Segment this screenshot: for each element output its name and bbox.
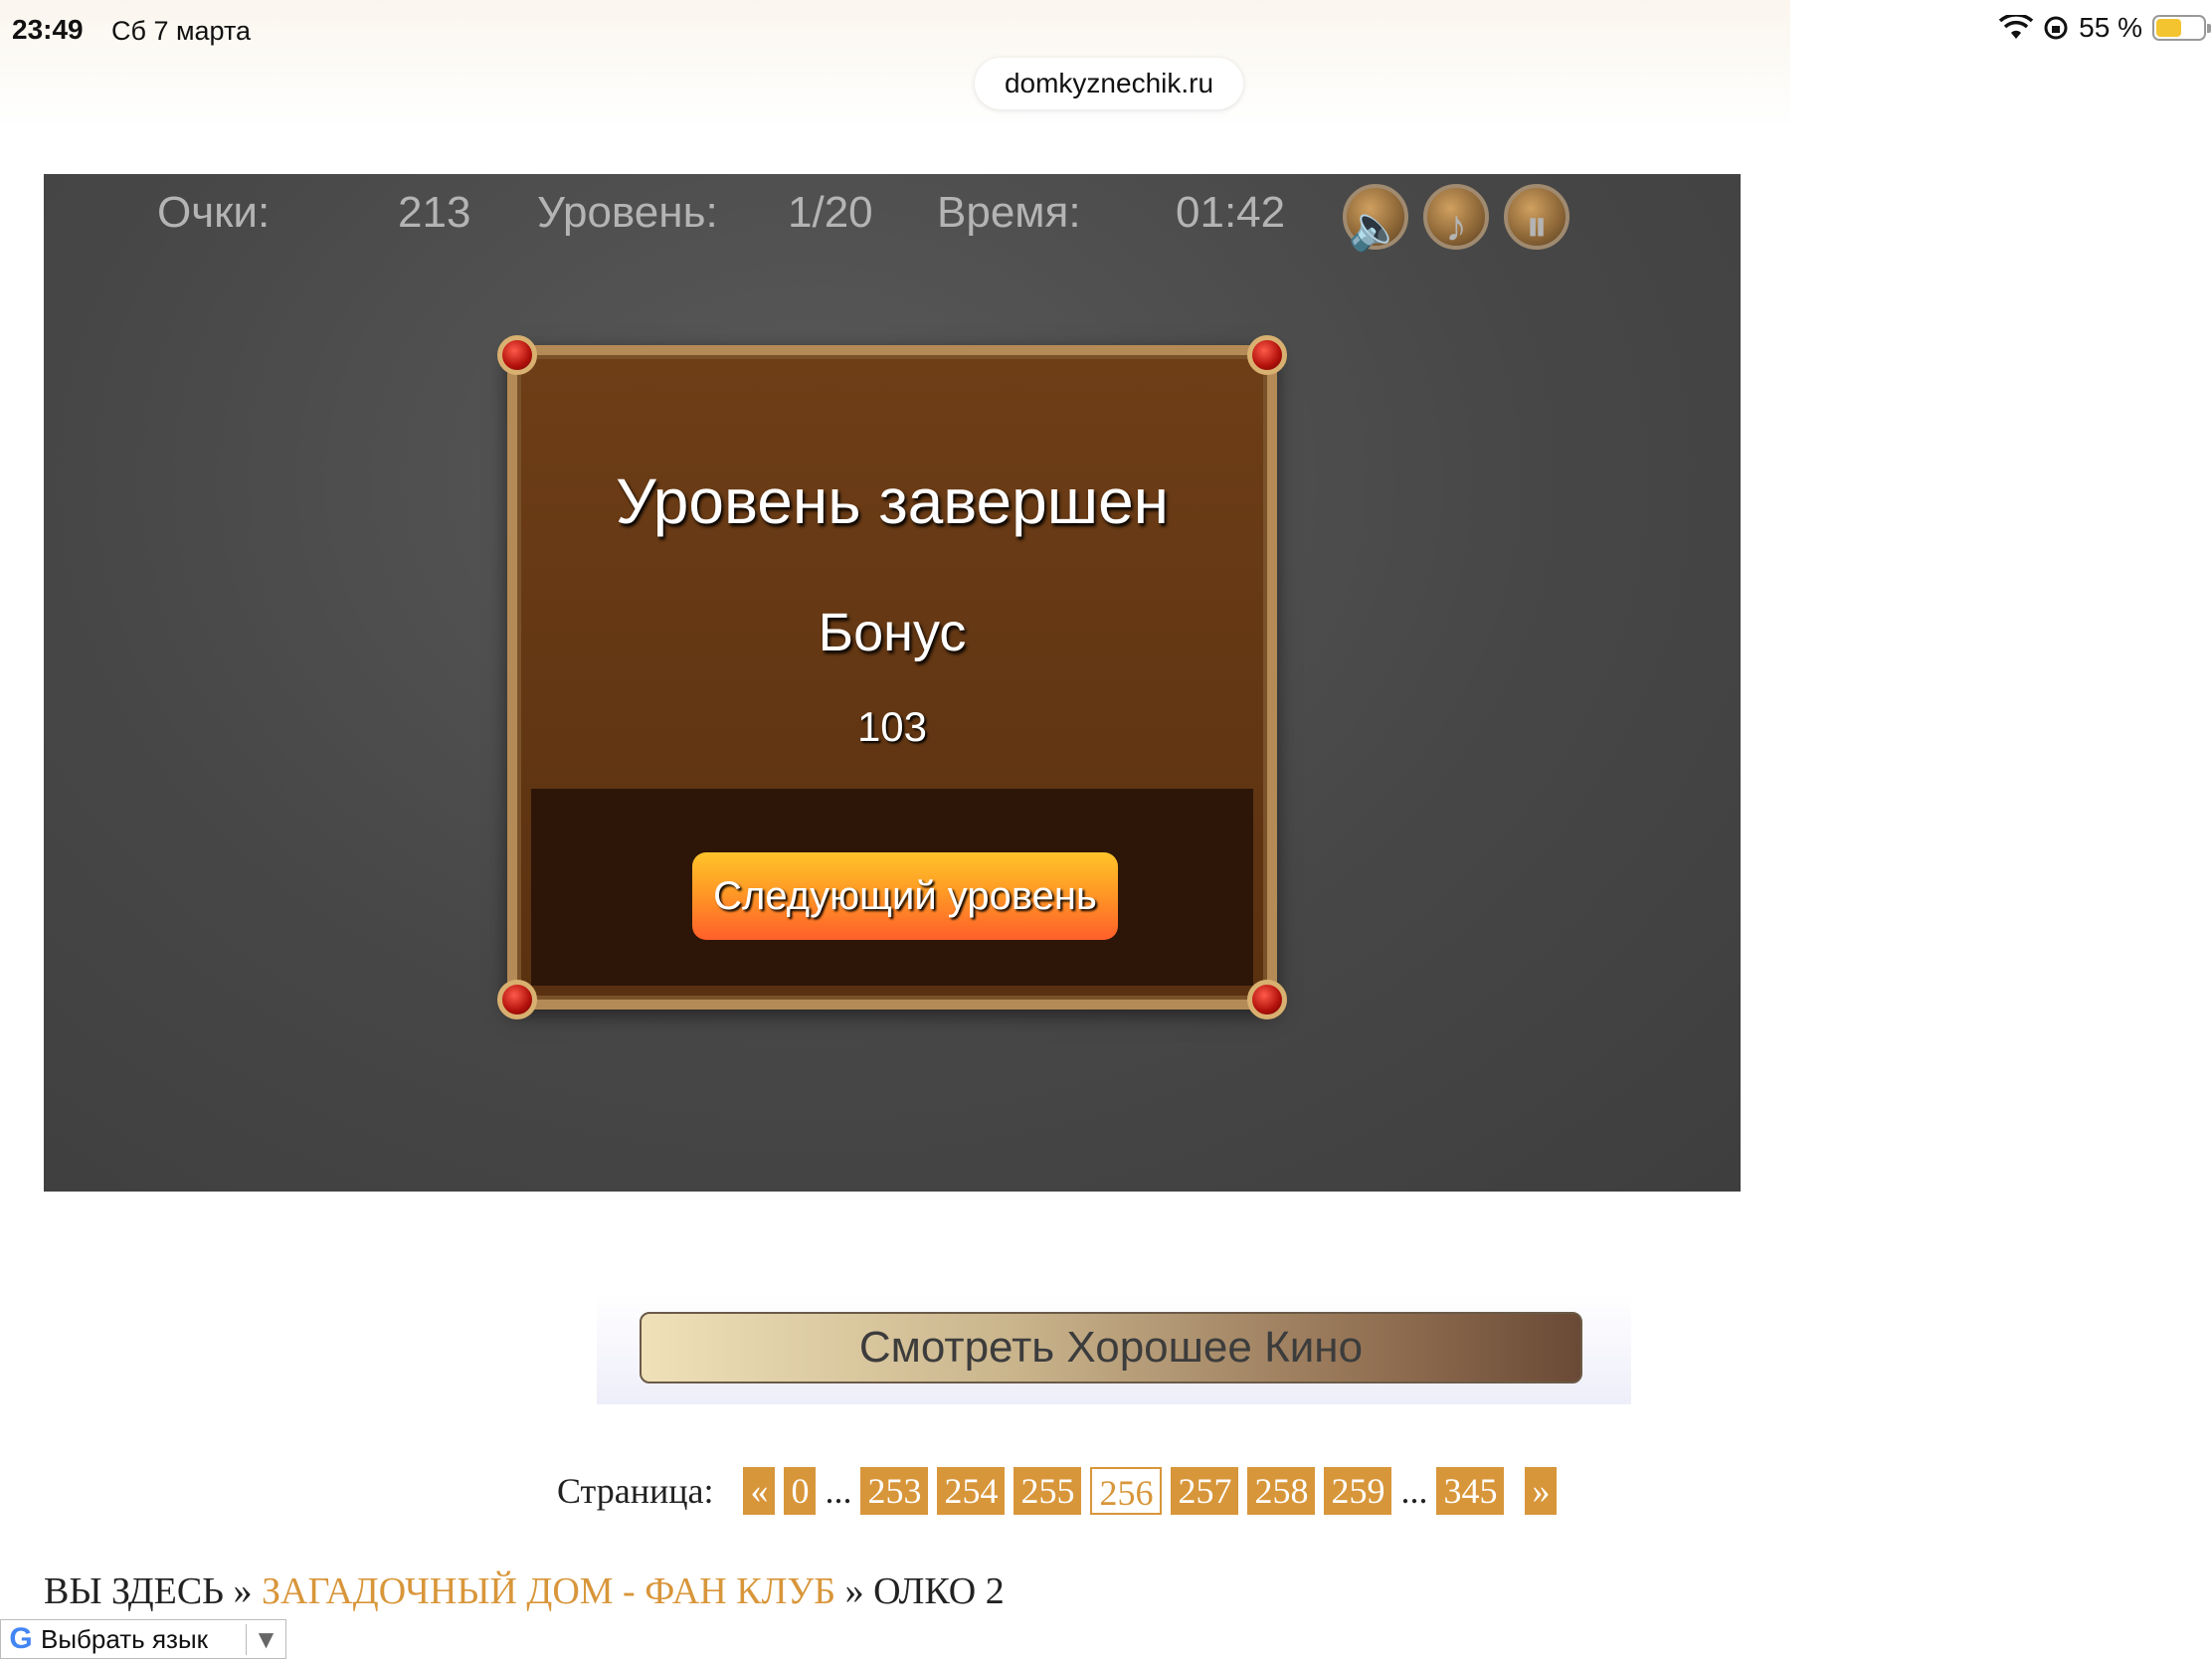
pause-icon: ⏸	[1526, 202, 1548, 251]
orientation-lock-icon	[2044, 16, 2068, 40]
dropdown-arrow-icon: ▼	[246, 1623, 285, 1655]
ruby-gem-icon	[1247, 335, 1287, 375]
wifi-icon	[1999, 15, 2034, 39]
pagination-page[interactable]: 254	[937, 1467, 1006, 1515]
pagination-ellipsis: ...	[825, 1471, 852, 1511]
breadcrumb-separator: »	[233, 1570, 253, 1612]
watch-button-area: Смотреть Хорошее Кино	[597, 1293, 1631, 1404]
status-bar: 23:49 Сб 7 марта 55 %	[0, 0, 2212, 62]
pagination-next[interactable]: »	[1525, 1467, 1558, 1515]
bonus-value: 103	[856, 703, 928, 750]
bonus-label: Бонус	[818, 603, 967, 662]
battery-percent: 55 %	[2079, 12, 2142, 43]
time-label: Время:	[937, 188, 1081, 237]
level-complete-dialog: Уровень завершен Бонус 103 Следующий уро…	[497, 335, 1287, 1019]
watch-good-movies-button[interactable]: Смотреть Хорошее Кино	[640, 1312, 1582, 1383]
next-level-button[interactable]: Следующий уровень	[692, 852, 1118, 940]
pagination: Страница: « 0 ... 253 254 255 256 257 25…	[557, 1467, 1566, 1515]
pagination-page[interactable]: 253	[860, 1467, 929, 1515]
language-selector-label: Выбрать язык	[41, 1623, 209, 1654]
breadcrumb-separator: »	[844, 1570, 864, 1612]
time-value: 01:42	[1176, 188, 1286, 237]
breadcrumb-you-are-here: ВЫ ЗДЕСЬ	[44, 1570, 225, 1612]
pause-button[interactable]: ⏸	[1504, 184, 1569, 251]
breadcrumb: ВЫ ЗДЕСЬ » ЗАГАДОЧНЫЙ ДОМ - ФАН КЛУБ » О…	[44, 1569, 1005, 1613]
pagination-page[interactable]: 258	[1247, 1467, 1316, 1515]
game-canvas[interactable]: Очки: 213 Уровень: 1/20 Время: 01:42 🔈 ♪…	[44, 174, 1741, 1192]
status-right: 55 %	[1999, 12, 2211, 44]
music-button[interactable]: ♪	[1423, 184, 1489, 251]
status-time: 23:49	[12, 14, 84, 45]
language-selector[interactable]: G Выбрать язык ▼	[0, 1619, 286, 1659]
breadcrumb-section-link[interactable]: ЗАГАДОЧНЫЙ ДОМ - ФАН КЛУБ	[262, 1570, 835, 1612]
level-label: Уровень:	[537, 188, 718, 237]
breadcrumb-current: ОЛКО 2	[873, 1570, 1005, 1612]
pagination-current-page: 256	[1090, 1467, 1163, 1515]
score-label: Очки:	[157, 188, 271, 237]
dialog-title: Уровень завершен	[616, 465, 1169, 537]
ruby-gem-icon	[497, 980, 537, 1019]
pagination-ellipsis: ...	[1400, 1471, 1428, 1511]
game-hud: Очки: 213 Уровень: 1/20 Время: 01:42 🔈 ♪…	[44, 174, 1741, 264]
battery-icon	[2152, 15, 2211, 41]
pagination-prev[interactable]: «	[743, 1467, 776, 1515]
google-logo-icon: G	[9, 1622, 33, 1655]
sound-button[interactable]: 🔈	[1343, 184, 1408, 253]
pagination-page[interactable]: 345	[1436, 1467, 1505, 1515]
ruby-gem-icon	[497, 335, 537, 375]
address-bar[interactable]: domkyznechik.ru	[975, 58, 1243, 109]
score-value: 213	[398, 188, 471, 237]
speaker-icon: 🔈	[1348, 204, 1403, 253]
level-value: 1/20	[788, 188, 873, 237]
pagination-page[interactable]: 259	[1324, 1467, 1392, 1515]
pagination-page[interactable]: 255	[1014, 1467, 1082, 1515]
pagination-page[interactable]: 0	[784, 1467, 817, 1515]
music-note-icon: ♪	[1445, 202, 1467, 251]
pagination-page[interactable]: 257	[1171, 1467, 1239, 1515]
status-date: Сб 7 марта	[111, 16, 252, 46]
ruby-gem-icon	[1247, 980, 1287, 1019]
pagination-label: Страница:	[557, 1471, 714, 1511]
